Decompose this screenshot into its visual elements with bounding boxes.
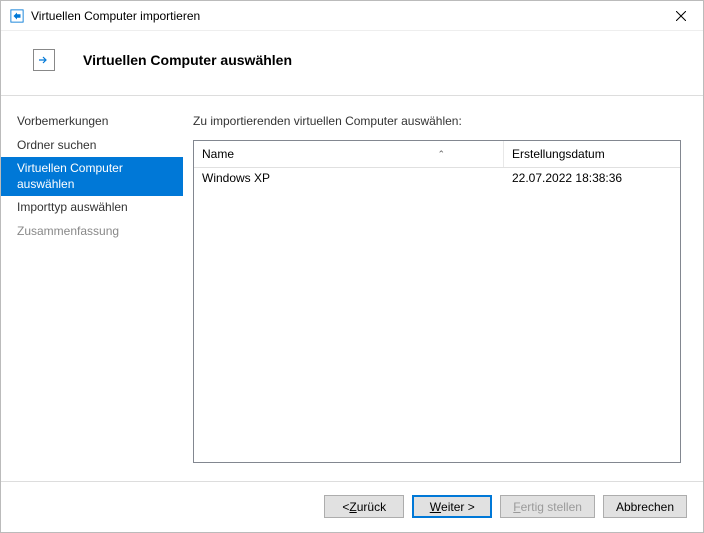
column-name-label: Name xyxy=(202,147,234,161)
column-header-date[interactable]: Erstellungsdatum xyxy=(504,141,680,167)
cell-vm-name: Windows XP xyxy=(194,168,504,188)
table-row[interactable]: Windows XP 22.07.2022 18:38:36 xyxy=(194,168,680,188)
sidebar-item-zusammenfassung: Zusammenfassung xyxy=(1,220,183,244)
titlebar: Virtuellen Computer importieren xyxy=(1,1,703,31)
sidebar-item-vm-auswaehlen[interactable]: Virtuellen Computer auswählen xyxy=(1,157,183,196)
column-date-label: Erstellungsdatum xyxy=(512,147,605,161)
wizard-steps-sidebar: Vorbemerkungen Ordner suchen Virtuellen … xyxy=(1,96,183,481)
vm-listview[interactable]: Name ⌃ Erstellungsdatum Windows XP 22.07… xyxy=(193,140,681,463)
wizard-header: Virtuellen Computer auswählen xyxy=(1,31,703,95)
import-arrow-icon xyxy=(33,49,55,71)
listview-header: Name ⌃ Erstellungsdatum xyxy=(194,141,680,168)
wizard-footer: < Zurück Weiter > Fertig stellen Abbrech… xyxy=(1,482,703,532)
sidebar-item-vorbemerkungen[interactable]: Vorbemerkungen xyxy=(1,110,183,134)
listview-body: Windows XP 22.07.2022 18:38:36 xyxy=(194,168,680,462)
finish-button: Fertig stellen xyxy=(500,495,595,518)
sidebar-item-ordner-suchen[interactable]: Ordner suchen xyxy=(1,134,183,158)
content-instruction: Zu importierenden virtuellen Computer au… xyxy=(193,114,681,128)
wizard-body: Vorbemerkungen Ordner suchen Virtuellen … xyxy=(1,96,703,481)
import-vm-icon xyxy=(9,8,25,24)
next-button[interactable]: Weiter > xyxy=(412,495,492,518)
page-title: Virtuellen Computer auswählen xyxy=(83,52,292,68)
column-header-name[interactable]: Name ⌃ xyxy=(194,141,504,167)
close-icon xyxy=(676,11,686,21)
sidebar-item-importtyp[interactable]: Importtyp auswählen xyxy=(1,196,183,220)
close-button[interactable] xyxy=(658,1,703,31)
wizard-window: Virtuellen Computer importieren Virtuell… xyxy=(0,0,704,533)
cancel-button[interactable]: Abbrechen xyxy=(603,495,687,518)
sort-ascending-icon: ⌃ xyxy=(437,149,445,160)
cell-vm-date: 22.07.2022 18:38:36 xyxy=(504,168,680,188)
window-title: Virtuellen Computer importieren xyxy=(31,9,658,23)
back-button[interactable]: < Zurück xyxy=(324,495,404,518)
wizard-content: Zu importierenden virtuellen Computer au… xyxy=(183,96,703,481)
